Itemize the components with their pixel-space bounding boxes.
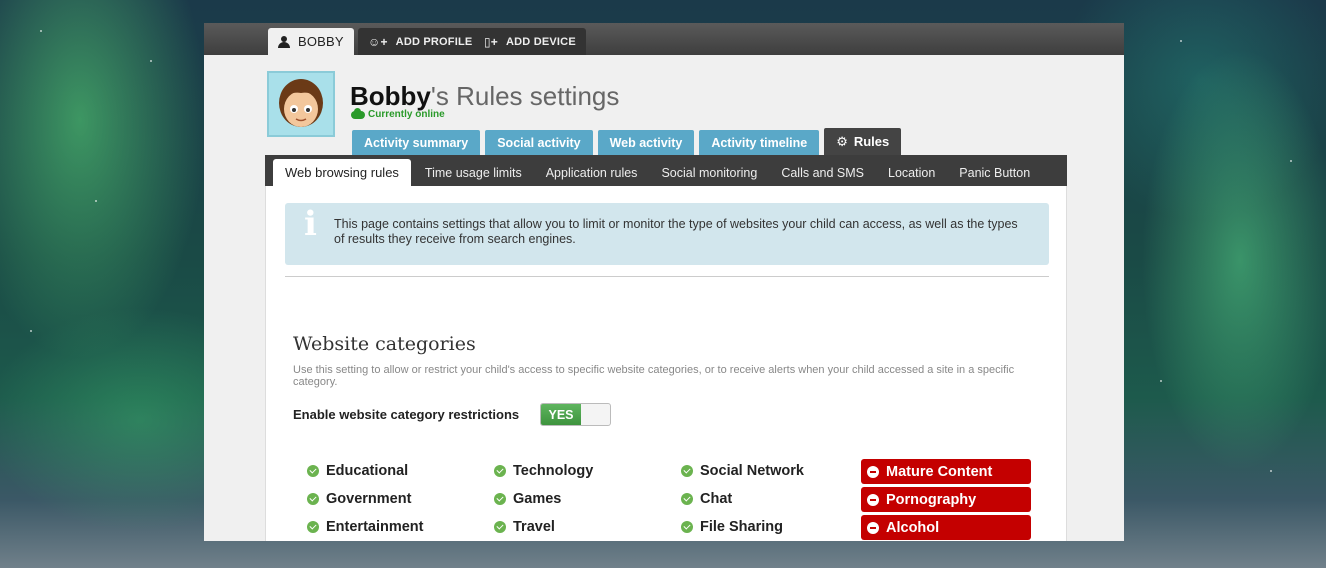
tab-activity-summary[interactable]: Activity summary bbox=[352, 130, 481, 155]
block-icon bbox=[867, 493, 879, 506]
block-icon bbox=[867, 521, 879, 534]
cloud-icon bbox=[351, 107, 365, 119]
avatar[interactable] bbox=[267, 71, 335, 137]
page-title: Bobby's Rules settings bbox=[350, 81, 619, 112]
category-file-sharing[interactable]: File Sharing bbox=[681, 517, 783, 537]
add-device-icon: ▯+ bbox=[484, 34, 499, 49]
category-pornography[interactable]: Pornography bbox=[861, 487, 1031, 512]
check-icon bbox=[681, 493, 693, 505]
tab-rules-label: Rules bbox=[853, 134, 890, 149]
section-title: Website categories bbox=[293, 333, 476, 355]
star bbox=[1270, 470, 1272, 472]
profile-topbar: BOBBY ☺+ ADD PROFILE ▯+ ADD DEVICE bbox=[204, 23, 1124, 55]
check-icon bbox=[307, 465, 319, 477]
profile-name: Bobby bbox=[350, 81, 431, 111]
category-mature-content[interactable]: Mature Content bbox=[861, 459, 1031, 484]
category-label: Alcohol bbox=[886, 519, 940, 536]
profile-tab-label: BOBBY bbox=[298, 34, 344, 49]
main-tabs: Activity summary Social activity Web act… bbox=[352, 128, 902, 155]
check-icon bbox=[681, 465, 693, 477]
add-profile-button[interactable]: ☺+ ADD PROFILE bbox=[358, 28, 483, 55]
star bbox=[30, 330, 32, 332]
app-window: BOBBY ☺+ ADD PROFILE ▯+ ADD DEVICE Bobby… bbox=[204, 23, 1124, 541]
enable-restrictions-label: Enable website category restrictions bbox=[293, 407, 520, 422]
add-device-button[interactable]: ▯+ ADD DEVICE bbox=[474, 28, 586, 55]
rules-subnav: Web browsing rules Time usage limits App… bbox=[265, 155, 1067, 186]
tab-rules[interactable]: ⚙ Rules bbox=[824, 128, 902, 155]
star bbox=[1160, 380, 1162, 382]
category-label: Games bbox=[513, 491, 562, 507]
add-device-label: ADD DEVICE bbox=[506, 35, 576, 48]
subtab-social-monitoring[interactable]: Social monitoring bbox=[649, 159, 769, 186]
check-icon bbox=[307, 521, 319, 533]
subtab-time-usage-limits[interactable]: Time usage limits bbox=[413, 159, 534, 186]
online-status-text: Currently online bbox=[368, 109, 445, 120]
check-icon bbox=[494, 521, 506, 533]
info-text: This page contains settings that allow y… bbox=[334, 217, 1018, 246]
category-label: Pornography bbox=[886, 491, 977, 508]
add-profile-label: ADD PROFILE bbox=[395, 35, 473, 48]
child-face-icon bbox=[279, 79, 323, 127]
toggle-yes-label: YES bbox=[541, 404, 581, 425]
enable-restrictions-toggle[interactable]: YES bbox=[540, 403, 611, 426]
block-icon bbox=[867, 465, 879, 478]
category-educational[interactable]: Educational bbox=[307, 461, 408, 481]
category-government[interactable]: Government bbox=[307, 489, 411, 509]
category-chat[interactable]: Chat bbox=[681, 489, 732, 509]
star bbox=[1180, 40, 1182, 42]
category-technology[interactable]: Technology bbox=[494, 461, 593, 481]
gear-icon: ⚙ bbox=[836, 133, 848, 149]
add-user-icon: ☺+ bbox=[368, 34, 388, 49]
category-label: Government bbox=[326, 491, 412, 507]
category-label: Social Network bbox=[700, 463, 804, 479]
star bbox=[150, 60, 152, 62]
online-status: Currently online bbox=[351, 107, 445, 120]
star bbox=[1290, 160, 1292, 162]
category-label: Travel bbox=[513, 519, 555, 535]
star bbox=[40, 30, 42, 32]
category-label: Educational bbox=[326, 463, 409, 479]
category-travel[interactable]: Travel bbox=[494, 517, 555, 537]
category-alcohol[interactable]: Alcohol bbox=[861, 515, 1031, 540]
category-label: File Sharing bbox=[700, 519, 783, 535]
category-social-network[interactable]: Social Network bbox=[681, 461, 804, 481]
subtab-location[interactable]: Location bbox=[876, 159, 947, 186]
subtab-web-browsing-rules[interactable]: Web browsing rules bbox=[273, 159, 411, 186]
category-games[interactable]: Games bbox=[494, 489, 561, 509]
subtab-calls-and-sms[interactable]: Calls and SMS bbox=[769, 159, 876, 186]
profile-tab-bobby[interactable]: BOBBY bbox=[268, 28, 354, 55]
user-icon bbox=[278, 35, 290, 48]
category-label: Chat bbox=[700, 491, 733, 507]
check-icon bbox=[681, 521, 693, 533]
category-label: Technology bbox=[513, 463, 594, 479]
tab-activity-timeline[interactable]: Activity timeline bbox=[699, 130, 820, 155]
tab-social-activity[interactable]: Social activity bbox=[485, 130, 593, 155]
info-box: i This page contains settings that allow… bbox=[285, 203, 1049, 265]
check-icon bbox=[494, 493, 506, 505]
check-icon bbox=[494, 465, 506, 477]
star bbox=[95, 200, 97, 202]
tab-web-activity[interactable]: Web activity bbox=[597, 130, 695, 155]
category-label: Mature Content bbox=[886, 463, 993, 480]
divider bbox=[285, 276, 1049, 277]
subtab-application-rules[interactable]: Application rules bbox=[534, 159, 650, 186]
check-icon bbox=[307, 493, 319, 505]
category-entertainment[interactable]: Entertainment bbox=[307, 517, 424, 537]
page-title-suffix: 's Rules settings bbox=[430, 81, 620, 111]
info-icon: i bbox=[304, 204, 317, 244]
section-description: Use this setting to allow or restrict yo… bbox=[293, 364, 1015, 388]
subtab-panic-button[interactable]: Panic Button bbox=[947, 159, 1042, 186]
category-label: Entertainment bbox=[326, 519, 424, 535]
